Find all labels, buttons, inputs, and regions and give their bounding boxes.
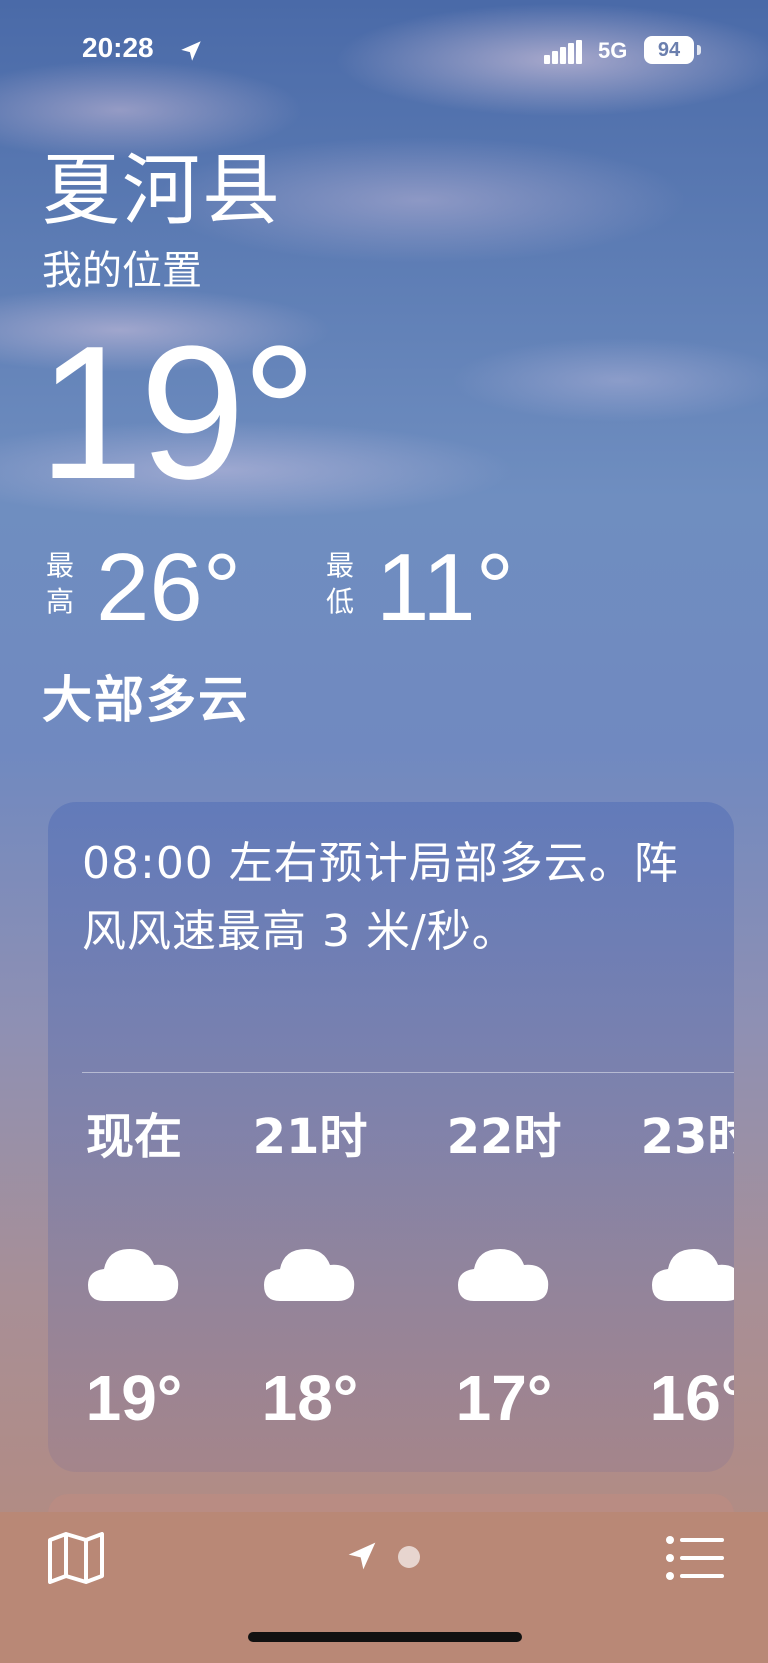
city-name: 夏河县 bbox=[42, 146, 283, 236]
map-icon[interactable] bbox=[46, 1532, 106, 1584]
cellular-signal-icon bbox=[544, 40, 582, 64]
hour-item: 22时 17° bbox=[434, 1102, 574, 1435]
location-arrow-icon[interactable] bbox=[346, 1540, 378, 1572]
hour-label: 23时 bbox=[640, 1109, 734, 1165]
hour-temperature: 19° bbox=[85, 1362, 183, 1434]
battery-tip bbox=[697, 45, 701, 55]
card-divider bbox=[82, 1072, 734, 1073]
condition-text: 大部多云 bbox=[42, 671, 250, 729]
status-bar: 20:28 5G 94 bbox=[0, 0, 768, 100]
hour-label: 21时 bbox=[252, 1109, 368, 1165]
home-indicator[interactable] bbox=[248, 1632, 522, 1642]
low-temperature: 11° bbox=[376, 534, 515, 641]
hour-label: 22时 bbox=[446, 1109, 562, 1165]
high-temperature: 26° bbox=[96, 534, 242, 641]
hour-temperature: 16° bbox=[649, 1362, 734, 1434]
cloud-icon bbox=[88, 1249, 179, 1301]
hour-label: 现在 bbox=[85, 1109, 182, 1165]
hourly-forecast-card[interactable]: 08:00 左右预计局部多云。阵风风速最高 3 米/秒。 现在 19° 21时 … bbox=[48, 802, 734, 1472]
battery-level: 94 bbox=[657, 39, 681, 61]
current-temperature: 19° bbox=[38, 307, 317, 519]
cloud-icon bbox=[264, 1249, 355, 1301]
forecast-summary: 08:00 左右预计局部多云。阵风风速最高 3 米/秒。 bbox=[82, 838, 679, 957]
network-type: 5G bbox=[598, 38, 628, 63]
hour-temperature: 17° bbox=[455, 1362, 553, 1434]
location-services-icon bbox=[181, 41, 201, 61]
status-time: 20:28 bbox=[82, 32, 154, 63]
list-icon[interactable] bbox=[664, 1534, 724, 1582]
high-label: 最高 bbox=[45, 549, 74, 618]
hour-item: 23时 16° bbox=[628, 1102, 734, 1435]
cloud-icon bbox=[652, 1249, 734, 1301]
cloud-icon bbox=[458, 1249, 549, 1301]
hour-item: 现在 19° bbox=[64, 1102, 204, 1435]
my-location-label: 我的位置 bbox=[42, 248, 202, 294]
hour-item: 21时 18° bbox=[240, 1102, 380, 1435]
battery-icon: 94 bbox=[644, 36, 694, 64]
low-label: 最低 bbox=[325, 549, 354, 618]
hour-temperature: 18° bbox=[261, 1362, 359, 1434]
page-indicator-dot[interactable] bbox=[398, 1546, 420, 1568]
